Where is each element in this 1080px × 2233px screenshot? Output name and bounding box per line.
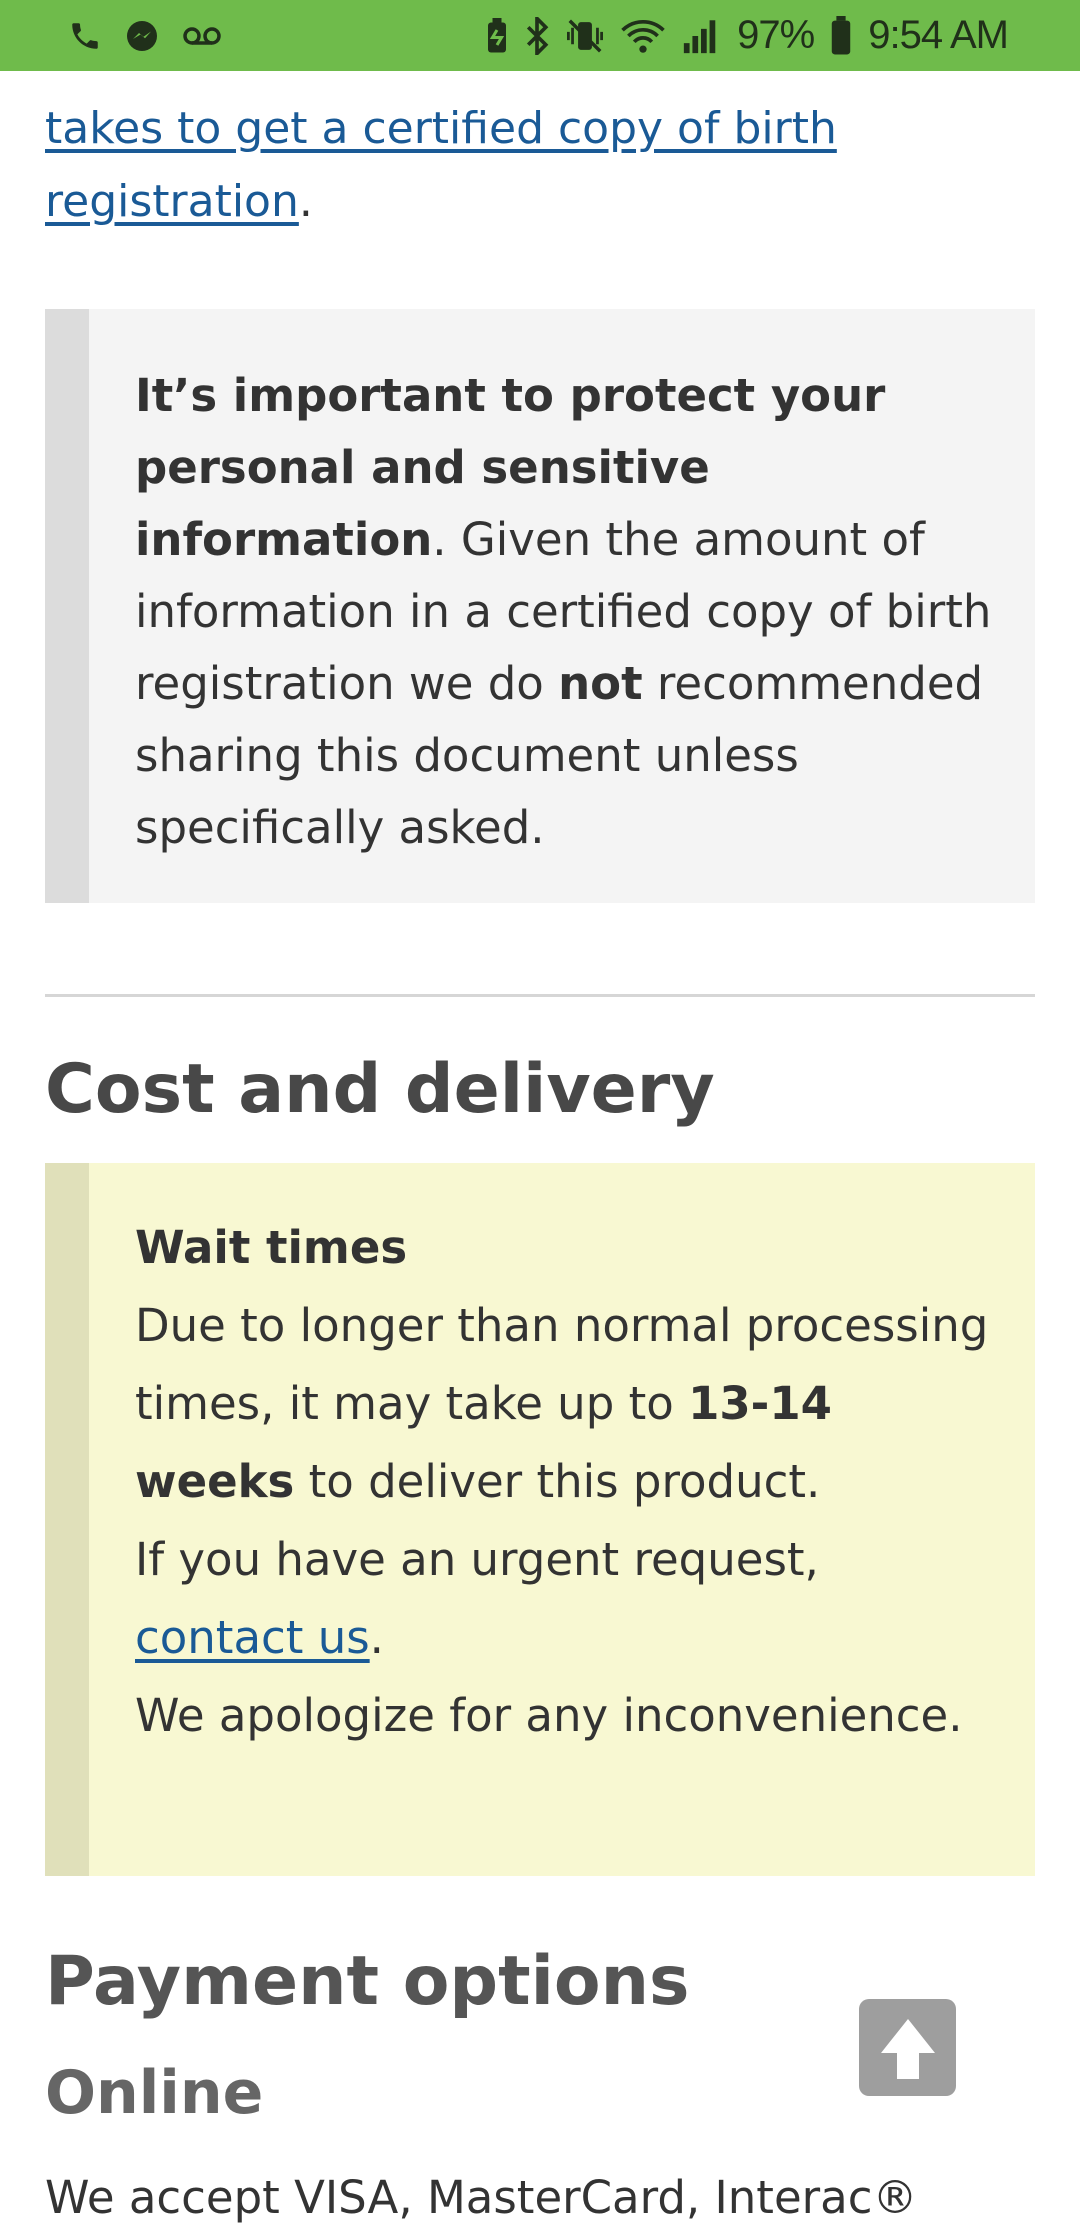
status-bar-left [0,18,222,54]
wait-times-callout: Wait times Due to longer than normal pro… [45,1163,1035,1876]
wait-times-line-1: Due to longer than normal processing tim… [135,1287,995,1521]
arrow-up-icon [873,2013,943,2083]
wait-times-line-3: We apologize for any inconvenience. [135,1689,963,1742]
phone-icon [68,19,102,53]
wait-times-text-1-end: to deliver this product. [294,1455,821,1508]
payment-options-heading: Payment options [45,1942,690,2021]
battery-icon [830,15,852,56]
privacy-callout: It’s important to protect your personal … [45,309,1035,903]
privacy-text: It’s important to protect your personal … [135,360,995,864]
payment-accept-text: We accept VISA, MasterCard, Interac® [45,2171,918,2224]
signal-icon [681,17,721,55]
wait-times-heading: Wait times [135,1221,408,1274]
messenger-icon [124,18,160,54]
wifi-icon [621,17,665,55]
online-subheading: Online [45,2058,264,2128]
wait-times-text-2-end: . [369,1611,384,1664]
intro-paragraph: takes to get a certified copy of birth r… [45,92,1035,238]
status-bar-right: 97% 9:54 AM [485,13,1080,58]
contact-us-link[interactable]: contact us [135,1611,370,1664]
wait-times-text-1: Due to longer than normal processing tim… [135,1299,989,1430]
status-bar: 97% 9:54 AM [0,0,1080,71]
intro-suffix: . [298,176,313,227]
section-divider [45,994,1035,997]
cost-delivery-heading: Cost and delivery [45,1050,715,1129]
voicemail-icon [182,24,222,48]
clock: 9:54 AM [868,13,1009,57]
wait-times-text-2: If you have an urgent request, [135,1533,819,1586]
wait-times-line-2: If you have an urgent request, contact u… [135,1521,995,1677]
privacy-bold-not: not [558,657,643,710]
battery-percentage: 97% [737,13,815,57]
vibrate-mute-icon [565,18,605,54]
back-to-top-button[interactable] [859,1999,956,2096]
battery-saver-icon [485,17,509,54]
birth-registration-wait-link[interactable]: takes to get a certified copy of birth r… [45,103,837,227]
bluetooth-icon [525,16,549,55]
